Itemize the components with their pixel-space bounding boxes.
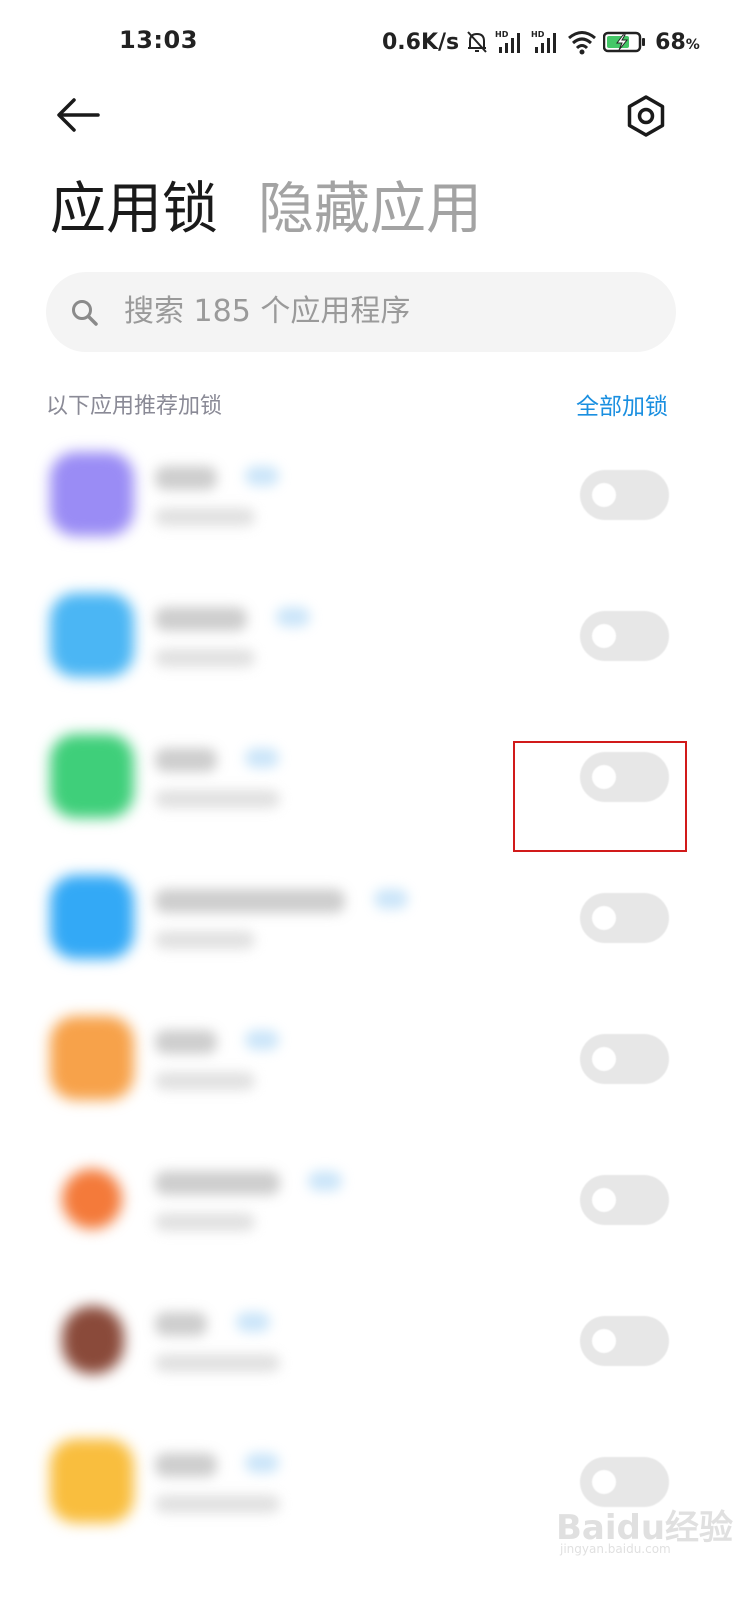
mute-bell-icon xyxy=(465,29,489,55)
lock-toggle[interactable] xyxy=(580,893,669,943)
app-subtitle xyxy=(155,1354,280,1372)
search-placeholder: 搜索 185 个应用程序 xyxy=(124,294,411,329)
settings-hexagon-icon xyxy=(627,95,665,137)
app-name xyxy=(155,748,217,772)
app-subtitle xyxy=(155,649,255,667)
highlight-annotation xyxy=(513,741,687,852)
app-name xyxy=(155,889,345,913)
hd-signal-icon: HD xyxy=(495,29,525,55)
app-subtitle xyxy=(155,1495,280,1513)
network-speed: 0.6K/s xyxy=(382,29,460,55)
app-subtitle xyxy=(155,931,255,949)
app-icon xyxy=(50,875,134,959)
section-label: 以下应用推荐加锁 xyxy=(46,394,223,419)
list-item xyxy=(0,573,738,714)
toggle-knob xyxy=(592,1329,616,1353)
app-icon xyxy=(62,1169,122,1229)
hd-signal-icon: HD xyxy=(531,29,561,55)
app-icon xyxy=(50,1016,134,1100)
settings-button[interactable] xyxy=(624,94,668,138)
app-icon xyxy=(50,452,134,536)
baidu-watermark: Baidu经验 jingyan.baidu.com xyxy=(556,1474,733,1570)
lock-toggle[interactable] xyxy=(580,611,669,661)
svg-text:HD: HD xyxy=(531,30,545,39)
app-tag xyxy=(308,1171,342,1191)
battery-charging-icon xyxy=(603,29,647,55)
battery-percent: 68% xyxy=(655,29,700,55)
status-bar: 13:03 0.6K/s HD HD 68% xyxy=(0,0,738,80)
toggle-knob xyxy=(592,1047,616,1071)
app-icon xyxy=(50,593,134,677)
tab-hidden-apps[interactable]: 隐藏应用 xyxy=(258,174,482,246)
app-subtitle xyxy=(155,508,255,526)
list-item xyxy=(0,1137,738,1278)
app-icon xyxy=(50,1439,134,1523)
app-subtitle xyxy=(155,790,280,808)
app-tag xyxy=(245,1453,279,1473)
watermark-subtext: jingyan.baidu.com xyxy=(560,1542,671,1556)
app-name xyxy=(155,1030,217,1054)
app-tag xyxy=(374,889,408,909)
app-subtitle xyxy=(155,1213,255,1231)
lock-toggle[interactable] xyxy=(580,470,669,520)
toggle-knob xyxy=(592,906,616,930)
svg-text:HD: HD xyxy=(495,30,509,39)
app-name xyxy=(155,466,217,490)
list-item xyxy=(0,1278,738,1419)
app-tag xyxy=(245,748,279,768)
app-name xyxy=(155,1171,280,1195)
list-item xyxy=(0,855,738,996)
status-icons: 0.6K/s HD HD 68% xyxy=(382,24,700,60)
toggle-knob xyxy=(592,1188,616,1212)
app-tag xyxy=(236,1312,270,1332)
app-icon xyxy=(62,1306,124,1374)
app-tag xyxy=(245,1030,279,1050)
list-item xyxy=(0,432,738,573)
back-button[interactable] xyxy=(54,92,102,138)
lock-toggle[interactable] xyxy=(580,1175,669,1225)
search-input[interactable]: 搜索 185 个应用程序 xyxy=(46,272,676,352)
app-name xyxy=(155,607,247,631)
search-icon xyxy=(72,300,98,326)
status-time: 13:03 xyxy=(119,26,198,54)
tab-app-lock[interactable]: 应用锁 xyxy=(50,174,218,246)
toggle-knob xyxy=(592,624,616,648)
app-subtitle xyxy=(155,1072,255,1090)
wifi-icon xyxy=(567,29,597,55)
lock-toggle[interactable] xyxy=(580,1034,669,1084)
app-tag xyxy=(276,607,310,627)
app-tag xyxy=(245,466,279,486)
toggle-knob xyxy=(592,483,616,507)
list-item xyxy=(0,996,738,1137)
lock-all-button[interactable]: 全部加锁 xyxy=(576,391,668,423)
lock-toggle[interactable] xyxy=(580,1316,669,1366)
app-name xyxy=(155,1453,217,1477)
app-icon xyxy=(50,734,134,818)
app-name xyxy=(155,1312,207,1336)
back-arrow-icon xyxy=(57,98,100,132)
